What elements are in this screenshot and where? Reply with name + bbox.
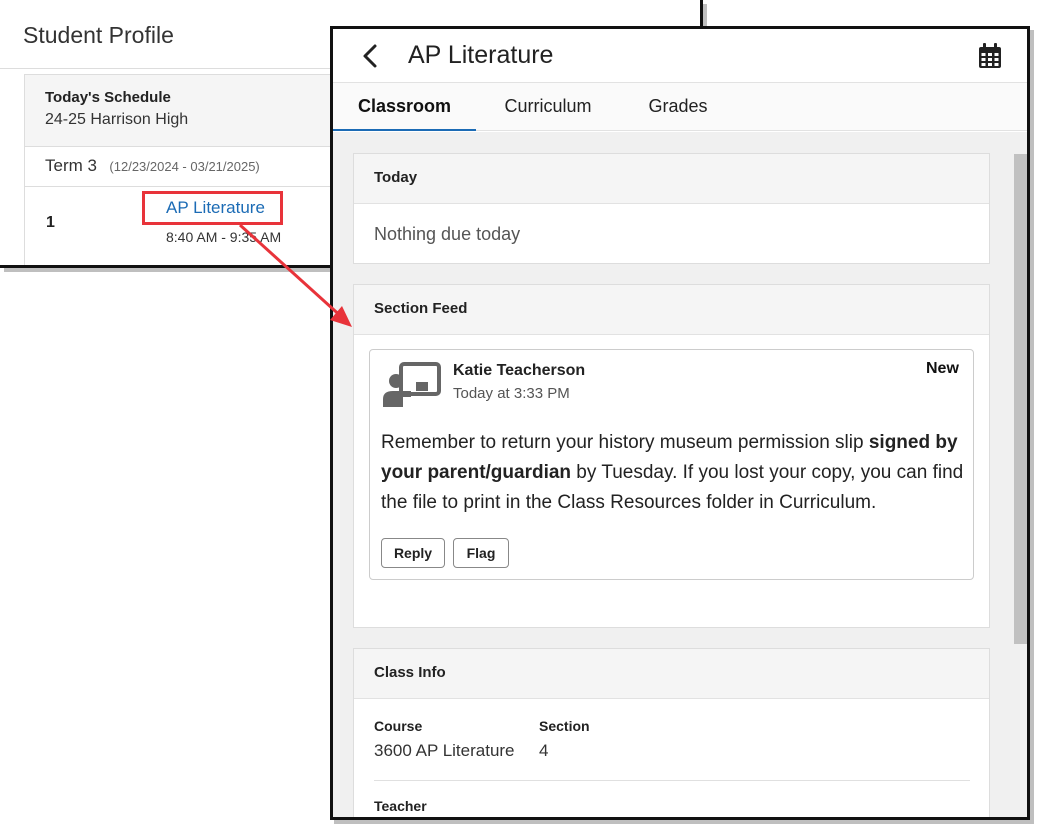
reply-button[interactable]: Reply — [381, 538, 445, 568]
post-body: Remember to return your history museum p… — [381, 428, 971, 518]
course-title: AP Literature — [408, 41, 554, 69]
tab-classroom[interactable]: Classroom — [333, 83, 476, 131]
today-panel: Today Nothing due today — [353, 153, 990, 264]
post-timestamp: Today at 3:33 PM — [453, 385, 570, 402]
course-label: Course — [374, 718, 423, 734]
flag-button[interactable]: Flag — [453, 538, 509, 568]
section-label: Section — [539, 718, 590, 734]
student-profile-title: Student Profile — [23, 22, 174, 48]
tab-grades[interactable]: Grades — [623, 83, 733, 131]
course-tabs: Classroom Curriculum Grades — [333, 83, 1027, 131]
course-header: AP Literature — [333, 29, 1027, 83]
term-label: Term 3 — [45, 156, 97, 175]
term-dates: (12/23/2024 - 03/21/2025) — [109, 159, 260, 174]
info-divider — [374, 780, 970, 781]
chevron-left-icon[interactable] — [359, 43, 383, 69]
today-heading: Today — [354, 154, 989, 204]
section-feed-heading: Section Feed — [354, 285, 989, 335]
class-info-heading: Class Info — [354, 649, 989, 699]
section-feed-panel: Section Feed Katie Teacherson Today at 3… — [353, 284, 990, 628]
calendar-icon[interactable] — [978, 43, 1002, 69]
course-content: Today Nothing due today Section Feed Kat… — [333, 132, 1013, 817]
new-badge: New — [926, 360, 959, 377]
post-body-text: Remember to return your history museum p… — [381, 432, 869, 453]
teacher-icon — [383, 362, 441, 407]
scrollbar-thumb[interactable] — [1014, 154, 1027, 644]
teacher-label: Teacher — [374, 798, 427, 814]
course-value: 3600 AP Literature — [374, 741, 515, 760]
course-link-ap-literature[interactable]: AP Literature — [166, 198, 265, 218]
today-empty-text: Nothing due today — [374, 224, 521, 244]
post-author: Katie Teacherson — [453, 362, 586, 379]
course-detail-window: AP Literature Classroom Curriculum Grade… — [330, 26, 1030, 820]
section-value: 4 — [539, 741, 549, 760]
class-info-panel: Class Info Course 3600 AP Literature Sec… — [353, 648, 990, 817]
period-number: 1 — [46, 214, 55, 231]
feed-post: Katie Teacherson Today at 3:33 PM New Re… — [369, 349, 974, 580]
tab-curriculum[interactable]: Curriculum — [483, 83, 613, 131]
course-time: 8:40 AM - 9:35 AM — [166, 229, 282, 245]
